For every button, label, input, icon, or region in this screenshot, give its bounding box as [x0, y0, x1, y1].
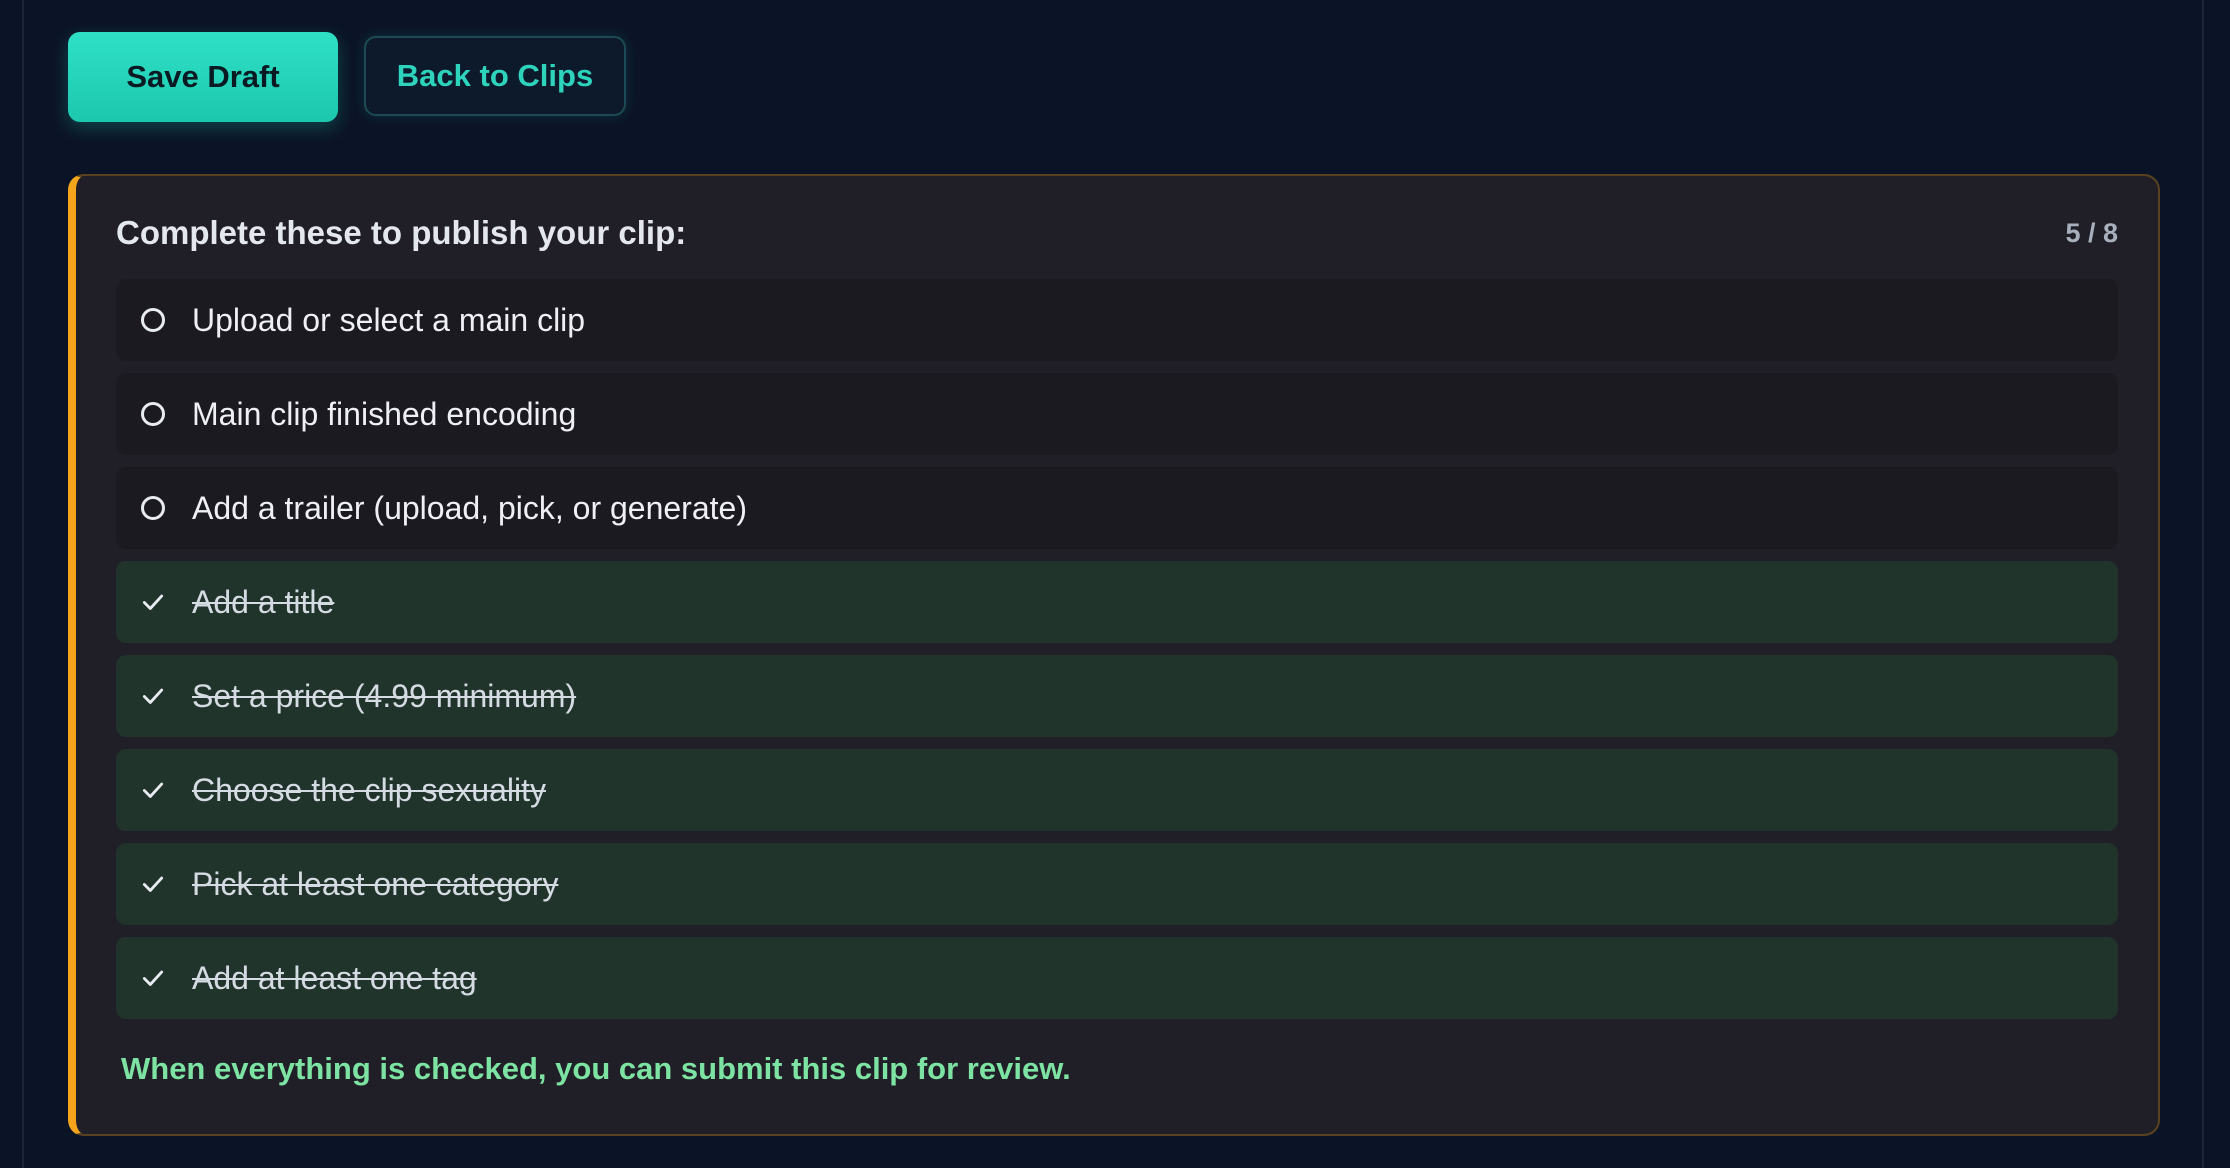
- checklist-item-label: Add at least one tag: [192, 959, 477, 996]
- checklist-item: Main clip finished encoding: [116, 373, 2118, 455]
- back-to-clips-button[interactable]: Back to Clips: [364, 36, 626, 116]
- checklist-item-label: Choose the clip sexuality: [192, 771, 546, 808]
- toolbar: Save Draft Back to Clips: [68, 32, 626, 122]
- checklist-item: Add a trailer (upload, pick, or generate…: [116, 467, 2118, 549]
- checklist-progress: 5 / 8: [2065, 217, 2118, 248]
- circle-icon: [138, 493, 168, 523]
- checklist-header: Complete these to publish your clip: 5 /…: [116, 214, 2118, 252]
- checklist-item: Add at least one tag: [116, 937, 2118, 1019]
- check-icon: [138, 775, 168, 805]
- save-draft-button[interactable]: Save Draft: [68, 32, 338, 122]
- submit-hint: When everything is checked, you can subm…: [121, 1051, 1071, 1086]
- checklist-title: Complete these to publish your clip:: [116, 214, 687, 251]
- checklist-item: Choose the clip sexuality: [116, 749, 2118, 831]
- check-icon: [138, 963, 168, 993]
- checklist-item-label: Add a trailer (upload, pick, or generate…: [192, 489, 747, 526]
- checklist-item: Pick at least one category: [116, 843, 2118, 925]
- check-icon: [138, 587, 168, 617]
- checklist-item-label: Main clip finished encoding: [192, 395, 577, 432]
- checklist-item: Upload or select a main clip: [116, 279, 2118, 361]
- checklist-item-label: Upload or select a main clip: [192, 301, 586, 338]
- checklist-item: Set a price (4.99 minimum): [116, 655, 2118, 737]
- checklist-item-label: Add a title: [192, 583, 335, 620]
- check-icon: [138, 681, 168, 711]
- checklist-items: Upload or select a main clip Main clip f…: [116, 279, 2118, 1031]
- publish-checklist-panel: Complete these to publish your clip: 5 /…: [68, 174, 2160, 1136]
- circle-icon: [138, 399, 168, 429]
- checklist-item-label: Pick at least one category: [192, 865, 559, 902]
- checklist-item: Add a title: [116, 561, 2118, 643]
- circle-icon: [138, 305, 168, 335]
- check-icon: [138, 869, 168, 899]
- checklist-item-label: Set a price (4.99 minimum): [192, 677, 577, 714]
